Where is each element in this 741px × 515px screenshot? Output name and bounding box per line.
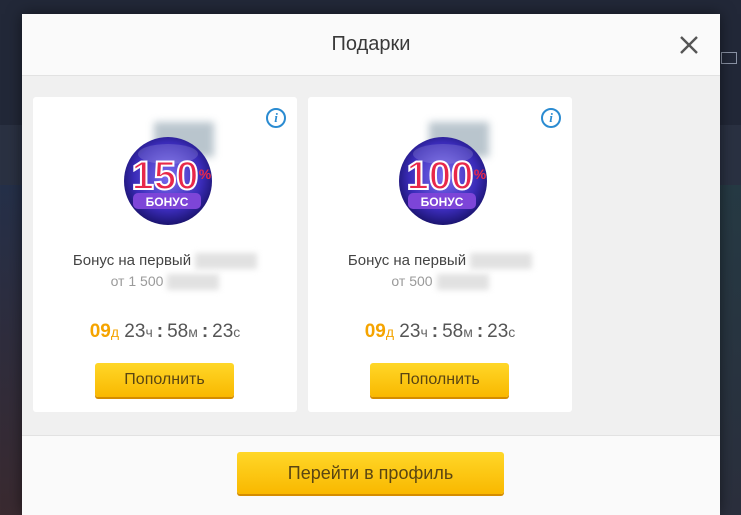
card-subtitle: от 500	[308, 273, 572, 291]
countdown-timer: 09д 23ч:58м:23с	[89, 321, 241, 342]
gift-card: i 100 % БОНУС Бонус на первый от 500 09д…	[308, 97, 572, 412]
svg-text:100: 100	[407, 154, 474, 198]
modal-footer: Перейти в профиль	[22, 435, 720, 515]
background-right	[719, 185, 741, 515]
svg-text:150: 150	[132, 154, 199, 198]
svg-text:БОНУС: БОНУС	[146, 195, 189, 209]
info-icon[interactable]: i	[541, 108, 561, 128]
svg-text:%: %	[474, 166, 487, 182]
card-title: Бонус на первый	[308, 252, 572, 270]
deposit-button[interactable]: Пополнить	[370, 363, 509, 397]
gifts-modal: Подарки i 150 % БОНУС Бонус на первый от…	[22, 14, 720, 515]
background-left	[0, 185, 22, 515]
card-title: Бонус на первый	[33, 252, 297, 270]
bonus-badge: 150 % БОНУС	[124, 137, 212, 225]
gift-card: i 150 % БОНУС Бонус на первый от 1 500 0…	[33, 97, 297, 412]
modal-header: Подарки	[22, 14, 720, 76]
bonus-badge: 100 % БОНУС	[399, 137, 487, 225]
modal-title: Подарки	[331, 33, 411, 55]
svg-text:%: %	[199, 166, 212, 182]
countdown-timer: 09д 23ч:58м:23с	[364, 321, 516, 342]
deposit-button[interactable]: Пополнить	[95, 363, 234, 397]
info-icon[interactable]: i	[266, 108, 286, 128]
close-icon[interactable]	[678, 34, 700, 56]
mail-icon	[721, 52, 737, 64]
card-subtitle: от 1 500	[33, 273, 297, 291]
svg-text:БОНУС: БОНУС	[421, 195, 464, 209]
go-to-profile-button[interactable]: Перейти в профиль	[237, 452, 504, 494]
